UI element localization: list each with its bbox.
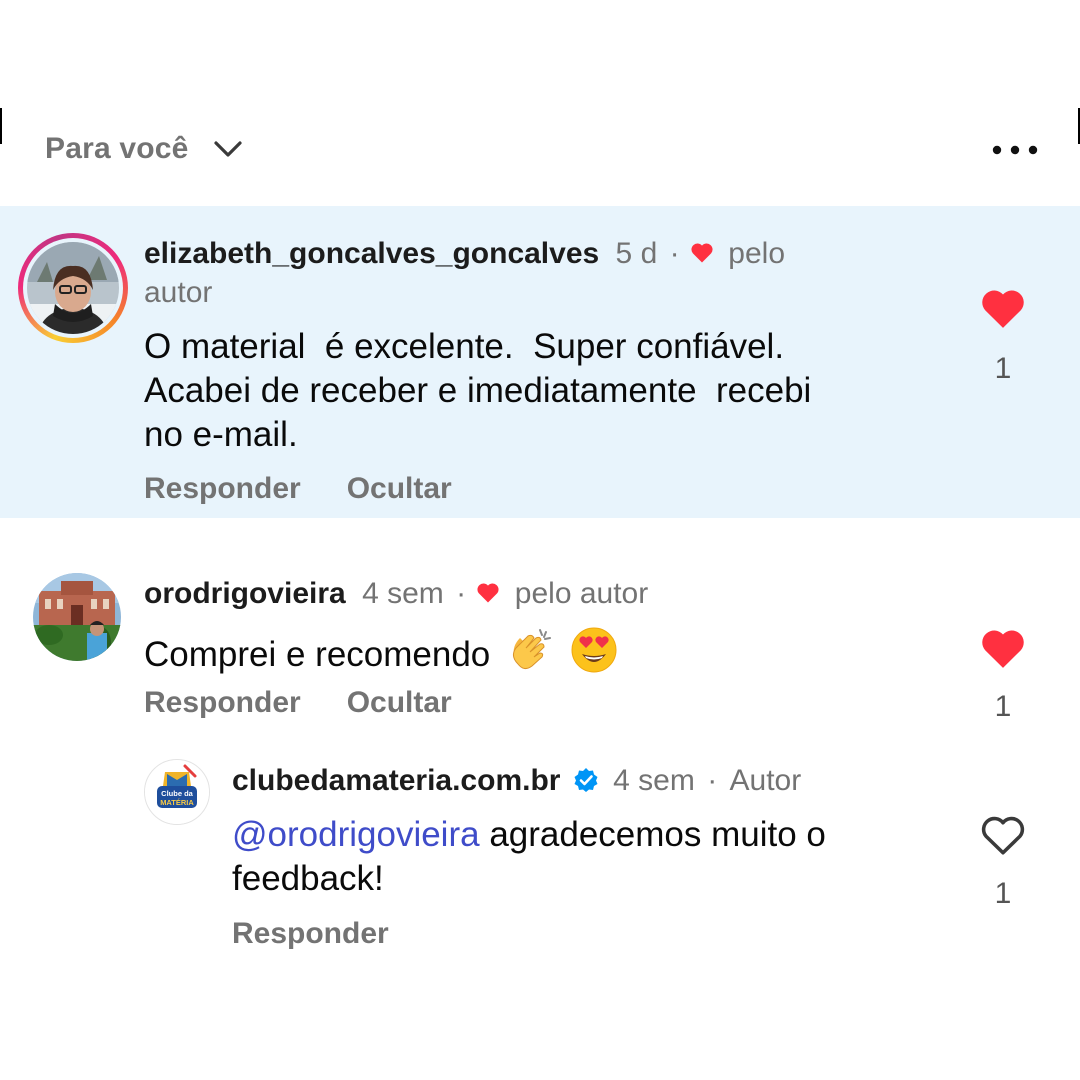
comment-text: Comprei e recomendo [144, 626, 618, 677]
comments-header: Para você [0, 118, 1080, 186]
comment-username[interactable]: elizabeth_goncalves_goncalves [144, 237, 599, 270]
heart-filled-icon[interactable] [978, 284, 1028, 330]
reply-actions: Responder [232, 917, 389, 951]
comment-text-line: O material é excelente. Super confiável. [144, 327, 785, 366]
chevron-down-icon [213, 141, 242, 157]
reply-item: Clube da MATÉRIA clubedamateria.com.br 4… [0, 745, 1080, 965]
reply-time: 4 sem [613, 764, 695, 797]
liked-by-author-label-continued: autor [144, 276, 213, 309]
reply-button[interactable]: Responder [144, 472, 301, 505]
liked-by-author-label: pelo autor [514, 577, 649, 610]
comment-text-line: no e-mail. [144, 415, 298, 454]
svg-text:MATÉRIA: MATÉRIA [160, 798, 194, 807]
comment-meta: elizabeth_goncalves_goncalves 5 d · pelo [144, 235, 785, 273]
clapping-hands-emoji [512, 629, 552, 670]
sort-label: Para você [45, 132, 189, 165]
comment-actions: Responder Ocultar [144, 686, 452, 720]
meta-separator: · [707, 764, 718, 797]
heart-icon [477, 583, 500, 603]
reply-button[interactable]: Responder [232, 917, 389, 950]
reply-button[interactable]: Responder [144, 686, 301, 719]
comment-item: orodrigovieira 4 sem · pelo autor Compre… [0, 560, 1080, 730]
like-count: 1 [994, 690, 1012, 723]
comment-username[interactable]: orodrigovieira [144, 577, 346, 610]
comment-actions: Responder Ocultar [144, 472, 452, 506]
meta-separator: · [456, 577, 467, 610]
reply-meta: clubedamateria.com.br 4 sem · Autor [232, 762, 801, 800]
heart-icon [691, 243, 713, 263]
like-count: 1 [994, 352, 1012, 385]
svg-text:Clube da: Clube da [161, 789, 193, 798]
meta-separator: · [669, 237, 680, 270]
reply-text: @orodrigovieira agradecemos muito o feed… [232, 813, 952, 901]
heart-outline-icon[interactable] [978, 811, 1028, 857]
comment-time: 5 d [615, 237, 658, 270]
mention-link[interactable]: @orodrigovieira [232, 815, 480, 854]
avatar[interactable]: Clube da MATÉRIA [144, 759, 210, 825]
author-label: Autor [729, 764, 802, 797]
clube-da-materia-logo: Clube da MATÉRIA [145, 760, 209, 824]
avatar[interactable] [27, 242, 119, 334]
like-count: 1 [994, 877, 1012, 910]
heart-filled-icon[interactable] [978, 624, 1028, 670]
heart-eyes-emoji [571, 627, 617, 673]
hide-button[interactable]: Ocultar [347, 686, 452, 719]
more-options-icon[interactable] [988, 132, 1042, 168]
liked-by-author-label: pelo [728, 237, 786, 270]
comment-text: O material é excelente. Super confiável.… [144, 325, 944, 457]
comment-text-line: Acabei de receber e imediatamente recebi [144, 371, 812, 410]
reply-username[interactable]: clubedamateria.com.br [232, 764, 560, 797]
verified-badge-icon [574, 768, 598, 792]
comment-text-content: Comprei e recomendo [144, 635, 491, 674]
comment-meta: orodrigovieira 4 sem · pelo autor [144, 575, 648, 613]
hide-button[interactable]: Ocultar [347, 472, 452, 505]
reply-text-content: agradecemos muito o [479, 815, 826, 854]
reply-text-line: feedback! [232, 859, 384, 898]
avatar[interactable] [33, 573, 121, 661]
comment-item: elizabeth_goncalves_goncalves 5 d · pelo… [0, 206, 1080, 518]
comment-time: 4 sem [362, 577, 444, 610]
sort-dropdown[interactable]: Para você [45, 132, 245, 166]
